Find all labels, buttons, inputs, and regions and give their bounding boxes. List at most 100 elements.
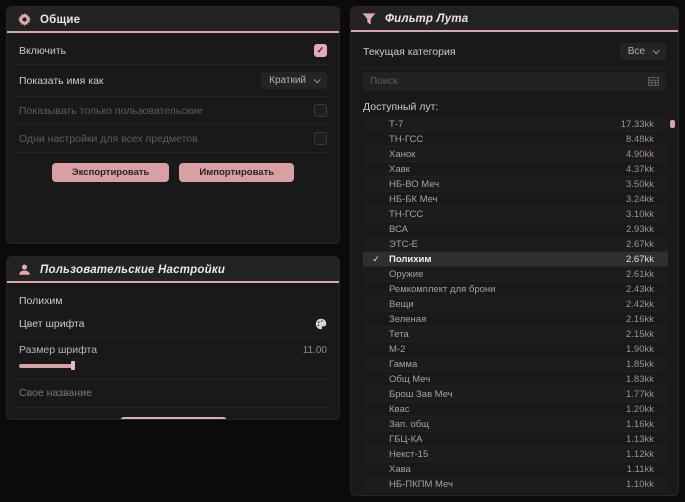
same-settings-row: Одни настройки для всех предметов	[17, 125, 329, 153]
palette-icon[interactable]	[315, 318, 327, 330]
list-item[interactable]: Гамма 1.85kk	[363, 357, 668, 372]
import-button[interactable]: Импортировать	[179, 163, 295, 182]
item-name: ГБЦ-КА	[389, 433, 423, 445]
item-name: Брош Зав Меч	[389, 388, 453, 400]
font-size-row: Размер шрифта 11.00	[17, 338, 329, 379]
item-name: Некст-15	[389, 448, 429, 460]
funnel-icon	[362, 13, 376, 25]
scrollbar-thumb[interactable]	[670, 120, 675, 128]
item-value: 1.77kk	[626, 388, 654, 400]
custom-name-input[interactable]	[17, 379, 329, 407]
font-size-label: Размер шрифта	[19, 344, 98, 356]
list-item[interactable]: ЭТС-Е 2.67kk	[363, 237, 668, 252]
item-name: НБ-БК Меч	[389, 193, 438, 205]
item-value: 3.10kk	[626, 208, 654, 220]
list-item[interactable]: Некст-15 1.12kk	[363, 447, 668, 462]
list-item[interactable]: Ремкомплект для брони 2.43kk	[363, 282, 668, 297]
list-item[interactable]: Общ Меч 1.83kk	[363, 372, 668, 387]
item-name: Т-7	[389, 118, 404, 130]
item-value: 1.83kk	[626, 373, 654, 385]
loot-list: Т-7 17.33kk ТН-ГСС 8.48kk Ханок 4.90kk Хавк 4.3…	[363, 117, 668, 492]
slider-fill	[19, 364, 74, 368]
item-value: 1.10kk	[626, 478, 654, 490]
right-column: Фильтр Лута Текущая категория Все Досту	[350, 6, 679, 496]
grid-icon[interactable]	[648, 77, 659, 86]
only-custom-checkbox[interactable]	[314, 104, 327, 117]
item-value: 1.20kk	[626, 403, 654, 415]
item-value: 1.85kk	[626, 358, 654, 370]
list-item[interactable]: ТН-ГСС 3.10kk	[363, 207, 668, 222]
panel-title: Фильтр Лута	[385, 13, 469, 25]
custom-settings-panel: Пользовательские Настройки Полихим Цвет …	[6, 256, 340, 420]
item-name: Ханок	[389, 148, 416, 160]
list-item[interactable]: Оружие 2.61kk	[363, 267, 668, 282]
font-color-row: Цвет шрифта	[17, 311, 329, 338]
user-settings-icon	[18, 263, 31, 276]
panel-title: Общие	[40, 13, 81, 26]
item-name: Вещи	[389, 298, 414, 310]
slider-handle[interactable]	[71, 361, 75, 370]
general-panel: Общие Включить ✓ Показать имя как Кратки…	[6, 6, 340, 244]
item-value: 2.67kk	[626, 238, 654, 250]
category-dropdown[interactable]: Все	[619, 43, 666, 60]
custom-settings-panel-header: Пользовательские Настройки	[7, 257, 339, 283]
selected-item-name: Полихим	[19, 295, 63, 307]
item-name: Тета	[389, 328, 409, 340]
list-item[interactable]: Тета 2.15kk	[363, 327, 668, 342]
list-item[interactable]: ВСА 2.93kk	[363, 222, 668, 237]
item-value: 8.48kk	[626, 133, 654, 145]
chevron-down-icon	[652, 47, 660, 55]
show-name-dropdown[interactable]: Краткий	[261, 72, 327, 89]
item-name: Полихим	[389, 253, 432, 265]
item-value: 1.13kk	[626, 433, 654, 445]
same-settings-checkbox[interactable]	[314, 132, 327, 145]
only-custom-row: Показывать только пользовательские	[17, 97, 329, 125]
search-input[interactable]	[370, 76, 602, 87]
font-color-label: Цвет шрифта	[19, 318, 85, 330]
available-loot-label: Доступный лут:	[363, 101, 439, 113]
page-root: Общие Включить ✓ Показать имя как Кратки…	[0, 0, 685, 502]
list-item[interactable]: Хава 1.11kk	[363, 462, 668, 477]
item-value: 2.16kk	[626, 313, 654, 325]
list-item[interactable]: Зеленая 2.16kk	[363, 312, 668, 327]
item-name: Зеленая	[389, 313, 427, 325]
list-item[interactable]: Т-7 17.33kk	[363, 117, 668, 132]
list-item[interactable]: НБ-ВО Меч 3.50kk	[363, 177, 668, 192]
item-value: 2.93kk	[626, 223, 654, 235]
same-settings-label: Одни настройки для всех предметов	[19, 132, 198, 145]
font-size-slider[interactable]	[19, 361, 327, 370]
item-name: НБ-ПКПМ Меч	[389, 478, 453, 490]
item-value: 17.33kk	[620, 118, 654, 130]
only-custom-label: Показывать только пользовательские	[19, 104, 203, 117]
item-value: 3.50kk	[626, 178, 654, 190]
list-item[interactable]: Ханок 4.90kk	[363, 147, 668, 162]
item-name: ТН-ГСС	[389, 208, 424, 220]
list-item[interactable]: ГБЦ-КА 1.13kk	[363, 432, 668, 447]
delete-button[interactable]: Удалить	[119, 417, 227, 419]
item-name: Общ Меч	[389, 373, 431, 385]
export-button[interactable]: Экспортировать	[51, 163, 170, 182]
enable-checkbox[interactable]: ✓	[314, 44, 327, 57]
list-item[interactable]: Хавк 4.37kk	[363, 162, 668, 177]
list-item[interactable]: ✓ Полихим 2.67kk	[363, 252, 668, 267]
general-panel-header: Общие	[7, 7, 339, 33]
list-item[interactable]: НБ-ПКПМ Меч 1.10kk	[363, 477, 668, 492]
check-icon: ✓	[372, 253, 380, 264]
list-item[interactable]: Брош Зав Меч 1.77kk	[363, 387, 668, 402]
list-item[interactable]: ТН-ГСС 8.48kk	[363, 132, 668, 147]
item-value: 3.24kk	[626, 193, 654, 205]
gear-icon	[18, 13, 31, 26]
category-row: Текущая категория Все	[361, 36, 668, 68]
show-name-row: Показать имя как Краткий	[17, 65, 329, 97]
list-item[interactable]: М-2 1.90kk	[363, 342, 668, 357]
list-item[interactable]: Квас 1.20kk	[363, 402, 668, 417]
search-box	[363, 72, 666, 91]
item-name: НБ-ВО Меч	[389, 178, 440, 190]
list-item[interactable]: Зап. общ 1.16kk	[363, 417, 668, 432]
list-item[interactable]: НБ-БК Меч 3.24kk	[363, 192, 668, 207]
enable-row: Включить ✓	[17, 37, 329, 65]
panel-title: Пользовательские Настройки	[40, 263, 226, 276]
item-value: 2.15kk	[626, 328, 654, 340]
list-item[interactable]: Вещи 2.42kk	[363, 297, 668, 312]
item-value: 4.90kk	[626, 148, 654, 160]
